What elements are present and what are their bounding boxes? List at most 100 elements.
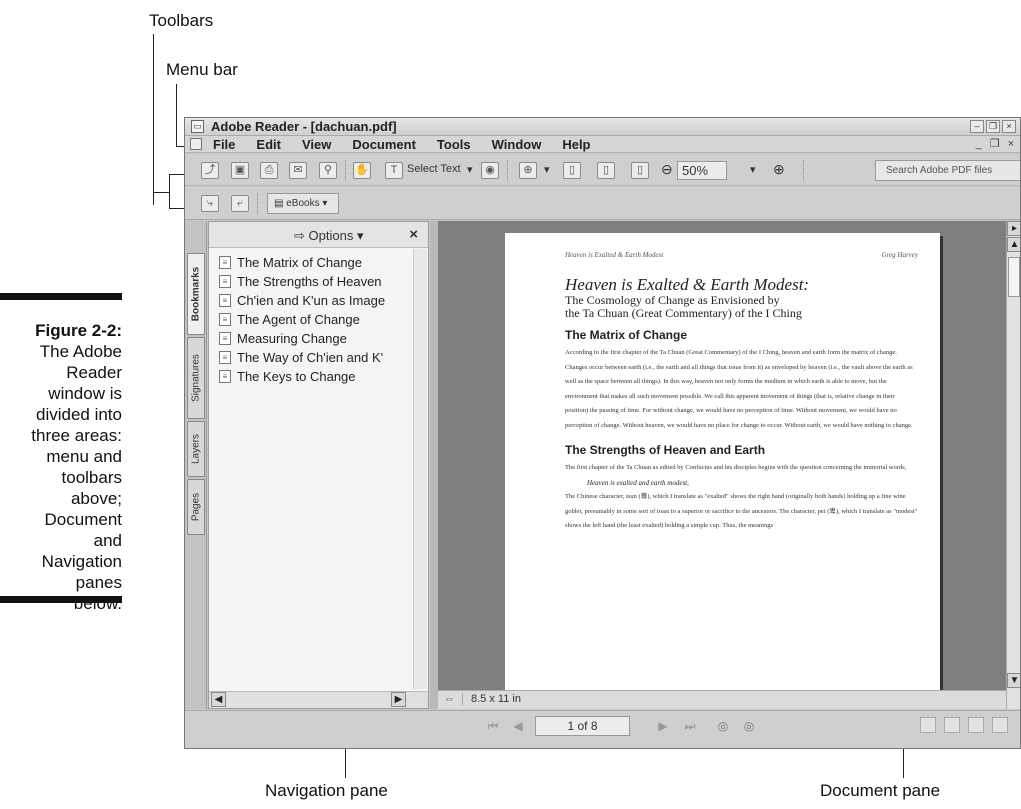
email-icon[interactable]: ✉ xyxy=(289,162,307,179)
bookmark-item[interactable]: ≡ Ch'ien and K'un as Image xyxy=(217,291,413,310)
caption-line: The Adobe xyxy=(39,342,122,361)
bookmark-list: ≡ The Matrix of Change ≡ The Strengths of … xyxy=(217,253,413,386)
figure-caption: Figure 2-2: The Adobe Reader window is d… xyxy=(0,320,122,614)
last-page-icon[interactable]: ⏭ xyxy=(682,718,698,734)
menu-file[interactable]: File xyxy=(213,136,235,153)
nav-vertical-scrollbar[interactable] xyxy=(413,249,427,689)
options-icon: ⇨ xyxy=(294,228,309,243)
body-paragraph: According to the first chapter of the Ta… xyxy=(565,349,913,429)
bookmark-item[interactable]: ≡ The Way of Ch'ien and K' xyxy=(217,348,413,367)
menu-bar-leader xyxy=(176,84,177,146)
next-page-icon[interactable]: ▶ xyxy=(655,718,671,734)
page-back-icon[interactable]: ⤶ xyxy=(231,195,249,212)
chevron-down-icon: ▾ xyxy=(319,198,328,209)
tab-signatures[interactable]: Signatures xyxy=(187,337,205,419)
scroll-up-icon[interactable]: ▲ xyxy=(1007,237,1020,252)
options-menu[interactable]: ⇨ Options ▾ xyxy=(294,228,363,244)
menu-view[interactable]: View xyxy=(302,136,331,153)
save-icon[interactable]: ▣ xyxy=(231,162,249,179)
figure-label: Figure 2-2: xyxy=(35,321,122,340)
chevron-down-icon[interactable]: ▾ xyxy=(544,163,550,176)
window-title: Adobe Reader - [dachuan.pdf] xyxy=(211,119,397,134)
page-number-field[interactable]: 1 of 8 xyxy=(535,716,630,736)
expand-arrow-icon[interactable]: ▸ xyxy=(1007,221,1020,236)
menu-help[interactable]: Help xyxy=(562,136,590,153)
document-vertical-scrollbar[interactable]: ▸ ▲ ▼ xyxy=(1006,221,1020,709)
scroll-left-icon[interactable]: ◀ xyxy=(211,692,226,707)
facing-icon[interactable] xyxy=(968,717,984,733)
caption-line: Navigation xyxy=(41,552,122,571)
toolbar-separator xyxy=(507,160,509,181)
ebooks-button[interactable]: ▤ eBooks ▾ xyxy=(267,193,339,214)
navigation-pane-callout: Navigation pane xyxy=(265,781,388,800)
scroll-down-icon[interactable]: ▼ xyxy=(1007,673,1020,688)
search-pdf-input[interactable]: Search Adobe PDF files xyxy=(875,160,1020,181)
tab-pages[interactable]: Pages xyxy=(187,479,205,535)
bookmark-item[interactable]: ≡ Measuring Change xyxy=(217,329,413,348)
fit-page-icon[interactable]: ▯ xyxy=(597,162,615,179)
zoom-in-plus-icon[interactable]: ⊕ xyxy=(773,161,785,178)
bookmark-icon: ≡ xyxy=(219,370,231,383)
minimize-icon[interactable]: – xyxy=(970,120,984,133)
tab-layers[interactable]: Layers xyxy=(187,421,205,477)
restore-icon[interactable]: ❐ xyxy=(986,120,1000,133)
scroll-thumb[interactable] xyxy=(1008,257,1020,297)
document-icon[interactable] xyxy=(190,138,202,150)
menu-edit[interactable]: Edit xyxy=(256,136,281,153)
fit-width-icon[interactable]: ▯ xyxy=(631,162,649,179)
close-icon[interactable]: × xyxy=(1002,120,1016,133)
actual-size-icon[interactable]: ▯ xyxy=(563,162,581,179)
hand-tool-icon[interactable]: ✋ xyxy=(353,162,371,179)
go-back-icon[interactable]: ◎ xyxy=(715,718,731,734)
bookmark-item[interactable]: ≡ The Agent of Change xyxy=(217,310,413,329)
page-forward-icon[interactable]: ⤷ xyxy=(201,195,219,212)
page-header-left: Heaven is Exalted & Earth Modest xyxy=(565,251,664,259)
caption-line: menu and xyxy=(46,447,122,466)
document-window-controls: _ ❐ × xyxy=(976,136,1014,153)
print-icon[interactable]: ⎙ xyxy=(260,162,278,179)
page-header-right: Greg Harvey xyxy=(881,251,918,259)
select-text-icon[interactable]: T xyxy=(385,162,403,179)
close-pane-icon[interactable]: × xyxy=(409,226,418,243)
first-page-icon[interactable]: ⏮ xyxy=(485,718,501,734)
zoom-dropdown-icon[interactable]: ▾ xyxy=(750,163,756,176)
menu-bar-callout: Menu bar xyxy=(166,60,238,79)
search-icon[interactable]: ⚲ xyxy=(319,162,337,179)
tab-bookmarks[interactable]: Bookmarks xyxy=(187,253,205,335)
menu-document[interactable]: Document xyxy=(352,136,416,153)
doc-restore-icon[interactable]: ❐ xyxy=(990,136,1000,153)
pane-splitter[interactable] xyxy=(430,221,438,709)
open-icon[interactable]: ⤴ xyxy=(201,162,219,179)
previous-page-icon[interactable]: ◀ xyxy=(510,718,526,734)
scroll-right-icon[interactable]: ▶ xyxy=(391,692,406,707)
continuous-facing-icon[interactable] xyxy=(992,717,1008,733)
menu-tools[interactable]: Tools xyxy=(437,136,471,153)
document-pane-callout: Document pane xyxy=(820,781,941,800)
zoom-level-field[interactable]: 50% xyxy=(677,161,727,180)
zoom-in-icon[interactable]: ⊕ xyxy=(519,162,537,179)
snapshot-icon[interactable]: ◉ xyxy=(481,162,499,179)
bookmark-item[interactable]: ≡ The Matrix of Change xyxy=(217,253,413,272)
go-forward-icon[interactable]: ◎ xyxy=(741,718,757,734)
select-text-button[interactable]: Select Text xyxy=(407,163,461,175)
bookmark-item[interactable]: ≡ The Keys to Change xyxy=(217,367,413,386)
zoom-out-icon[interactable]: ⊖ xyxy=(661,161,673,178)
app-icon[interactable]: ▭ xyxy=(191,120,204,133)
continuous-icon[interactable] xyxy=(944,717,960,733)
bookmark-icon: ≡ xyxy=(219,256,231,269)
side-tabs: Bookmarks Signatures Layers Pages xyxy=(185,221,207,709)
toolbar-separator xyxy=(257,193,259,214)
doc-close-icon[interactable]: × xyxy=(1008,136,1014,153)
doc-minimize-icon[interactable]: _ xyxy=(976,136,982,153)
navigation-pane-header: ⇨ Options ▾ × xyxy=(209,222,428,248)
caption-line: and xyxy=(93,531,122,550)
body-paragraph: The Chinese character, tsun (尊), which I… xyxy=(565,493,918,529)
bookmark-item[interactable]: ≡ The Strengths of Heaven xyxy=(217,272,413,291)
single-page-icon[interactable] xyxy=(920,717,936,733)
toolbar-row-2: ⤷ ⤶ ▤ eBooks ▾ xyxy=(185,187,1020,220)
nav-horizontal-scrollbar[interactable]: ◀ ▶ xyxy=(209,691,428,708)
menu-window[interactable]: Window xyxy=(492,136,542,153)
hide-pane-icon[interactable]: ⇔ xyxy=(444,693,455,705)
chevron-down-icon[interactable]: ▾ xyxy=(467,163,473,176)
toolbars-bracket xyxy=(169,174,170,209)
